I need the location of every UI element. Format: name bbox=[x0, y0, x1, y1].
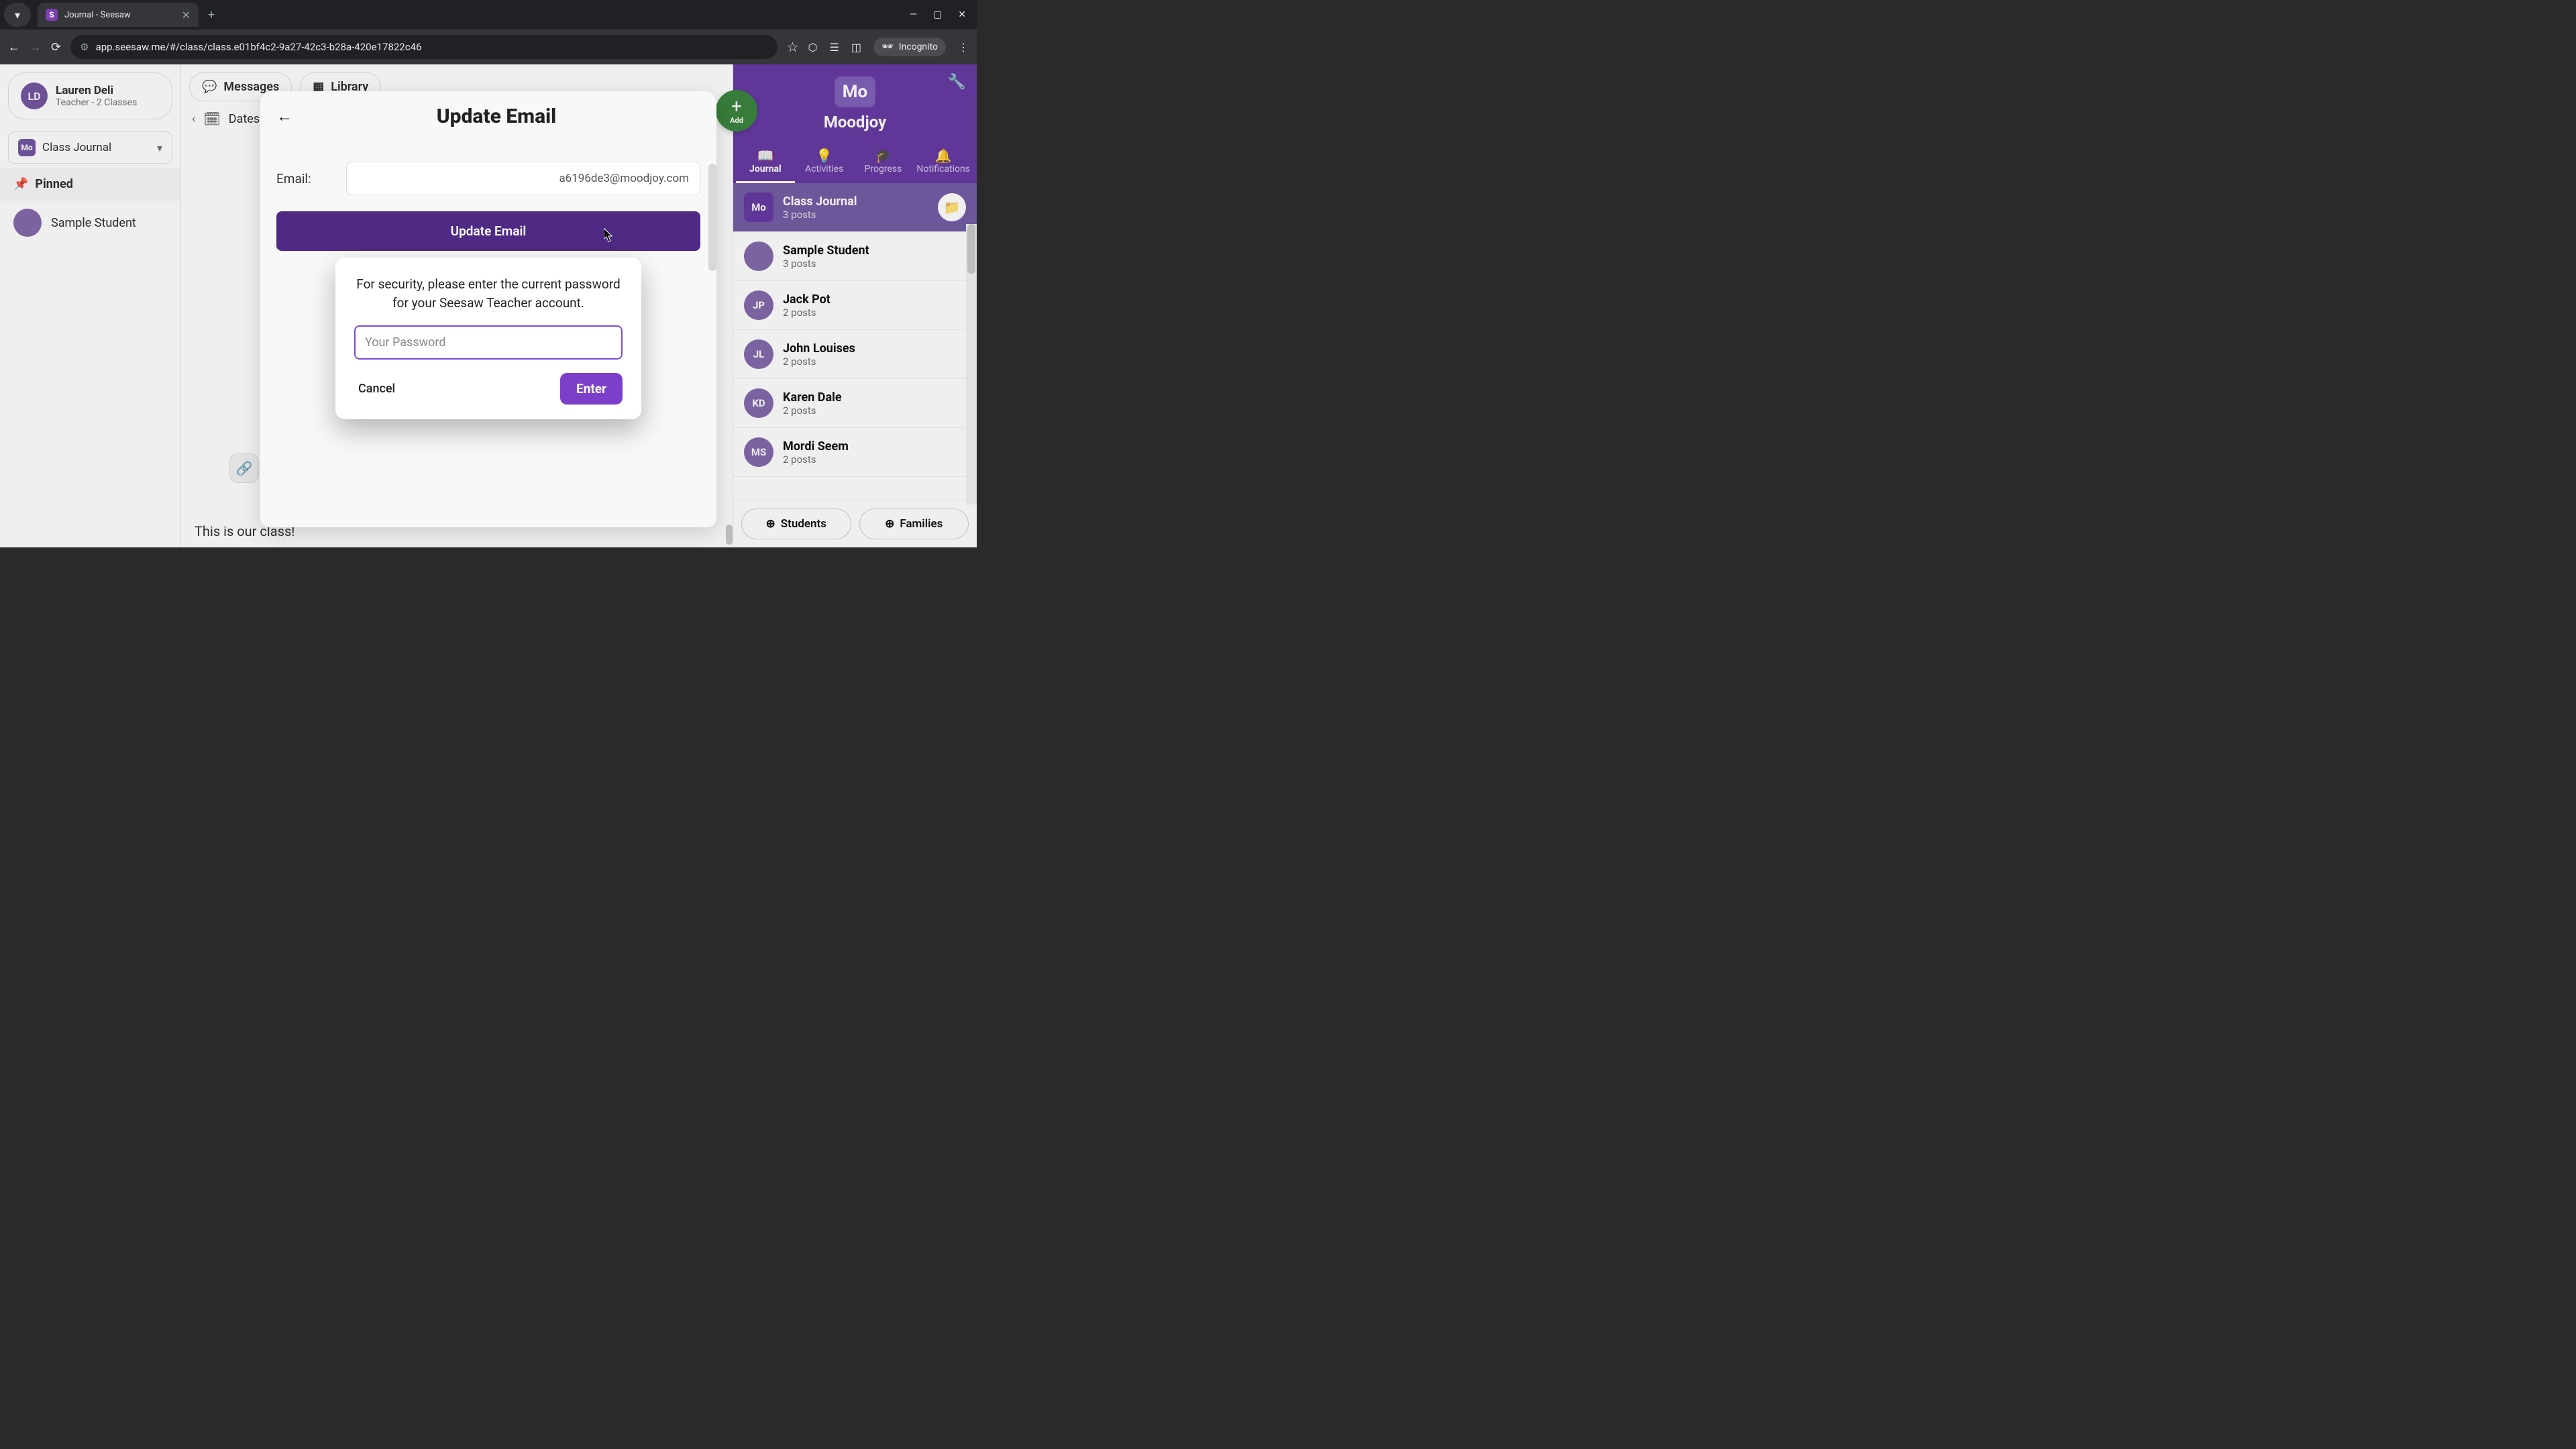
panel-title: Update Email bbox=[292, 105, 700, 128]
extensions-icon[interactable]: ⬡ bbox=[808, 41, 818, 54]
password-input[interactable] bbox=[354, 325, 623, 360]
new-tab-button[interactable]: + bbox=[208, 8, 215, 22]
minimize-button[interactable]: — bbox=[910, 9, 917, 20]
cancel-button[interactable]: Cancel bbox=[354, 376, 399, 401]
close-tab-icon[interactable]: ✕ bbox=[182, 9, 191, 21]
window-controls: — ▢ ✕ bbox=[910, 9, 977, 20]
incognito-indicator[interactable]: 🕶 Incognito bbox=[873, 38, 946, 56]
tab-search-button[interactable]: ▾ bbox=[4, 3, 31, 27]
address-bar[interactable]: ⚙ app.seesaw.me/#/class/class.e01bf4c2-9… bbox=[70, 35, 777, 59]
browser-tab[interactable]: S Journal - Seesaw ✕ bbox=[38, 3, 199, 27]
panel-back-button[interactable]: ← bbox=[276, 107, 292, 126]
password-modal: For security, please enter the current p… bbox=[335, 258, 641, 419]
email-label: Email: bbox=[276, 171, 337, 186]
url-text: app.seesaw.me/#/class/class.e01bf4c2-9a2… bbox=[96, 41, 422, 53]
update-email-button[interactable]: Update Email bbox=[276, 211, 700, 251]
tab-title: Journal - Seesaw bbox=[64, 10, 175, 20]
reading-list-icon[interactable]: ☰ bbox=[829, 41, 839, 54]
incognito-label: Incognito bbox=[899, 42, 938, 52]
side-panel-icon[interactable]: ◫ bbox=[851, 41, 861, 54]
back-button[interactable]: ← bbox=[8, 40, 20, 54]
enter-button[interactable]: Enter bbox=[560, 373, 623, 405]
maximize-button[interactable]: ▢ bbox=[933, 9, 942, 20]
forward-button[interactable]: → bbox=[30, 40, 42, 54]
incognito-icon: 🕶 bbox=[881, 42, 894, 52]
email-input[interactable]: a6196de3@moodjoy.com bbox=[346, 162, 700, 195]
browser-nav-bar: ← → ⟳ ⚙ app.seesaw.me/#/class/class.e01b… bbox=[0, 30, 977, 64]
close-window-button[interactable]: ✕ bbox=[958, 9, 966, 20]
site-settings-icon[interactable]: ⚙ bbox=[80, 41, 89, 53]
panel-scrollbar-thumb[interactable] bbox=[708, 164, 716, 271]
browser-menu-icon[interactable]: ⋮ bbox=[958, 41, 969, 54]
seesaw-favicon: S bbox=[46, 9, 58, 21]
browser-tab-strip: ▾ S Journal - Seesaw ✕ + — ▢ ✕ bbox=[0, 0, 977, 30]
password-modal-message: For security, please enter the current p… bbox=[354, 275, 623, 312]
reload-button[interactable]: ⟳ bbox=[51, 40, 61, 54]
chevron-down-icon: ▾ bbox=[15, 9, 20, 21]
bookmark-star-icon[interactable]: ☆ bbox=[787, 39, 799, 55]
